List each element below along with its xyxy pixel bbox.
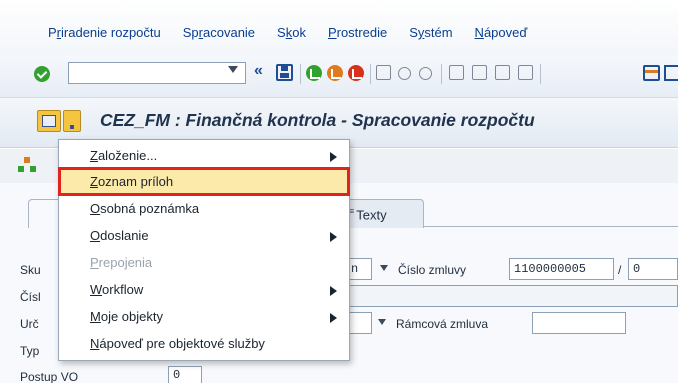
menu-spracovanie[interactable]: Spracovanie — [183, 25, 255, 40]
check-icon[interactable] — [34, 66, 50, 82]
chevron-right-icon — [330, 286, 337, 296]
slash-separator: / — [618, 263, 622, 277]
back-chevron-icon[interactable]: « — [254, 62, 263, 80]
cislo-zmluvy-field[interactable]: 1100000005 — [509, 258, 614, 280]
ramcova-zmluva-field[interactable] — [532, 312, 626, 334]
chevron-right-icon — [330, 313, 337, 323]
label-ramcova-zmluva: Rámcová zmluva — [396, 317, 489, 331]
print-icon[interactable] — [376, 65, 391, 80]
menu-prostredie[interactable]: Prostredie — [328, 25, 387, 40]
separator — [300, 64, 301, 84]
menu-item-osobna-poznamka[interactable]: Osobná poznámka — [59, 197, 349, 223]
first-page-icon[interactable] — [449, 65, 464, 80]
hierarchy-icon[interactable] — [18, 157, 36, 173]
menu-item-moje-objekty[interactable]: Moje objekty — [59, 305, 349, 331]
prev-page-icon[interactable] — [472, 65, 487, 80]
menu-items: Priradenie rozpočtu Spracovanie Skok Pro… — [48, 25, 549, 40]
chevron-down-icon[interactable] — [380, 265, 388, 271]
chevron-right-icon — [330, 232, 337, 242]
label-cislo-zmluvy: Číslo zmluvy — [398, 263, 467, 277]
menu-system[interactable]: Systém — [409, 25, 452, 40]
chevron-down-icon[interactable] — [228, 66, 238, 73]
save-icon[interactable] — [276, 64, 293, 81]
label-cisl: Čísl — [20, 290, 41, 304]
back-nav-icon[interactable] — [306, 65, 322, 81]
layout-icon[interactable] — [664, 65, 678, 81]
cislo-zmluvy-position-field[interactable]: 0 — [628, 258, 678, 280]
menu-item-workflow[interactable]: Workflow — [59, 278, 349, 304]
menu-item-napoveda-objektove-sluzby[interactable]: Nápoveď pre objektové služby — [59, 332, 349, 358]
chevron-right-icon — [330, 152, 337, 162]
separator — [441, 64, 442, 84]
label-postup-vo: Postup VO — [20, 370, 79, 383]
postup-vo-field[interactable]: 0 — [168, 366, 202, 383]
label-urc: Urč — [20, 317, 39, 331]
menu-item-odoslanie[interactable]: Odoslanie — [59, 224, 349, 250]
cancel-nav-icon[interactable] — [348, 65, 364, 81]
menu-priradenie-rozpoctu[interactable]: Priradenie rozpočtu — [48, 25, 161, 40]
layout-icon[interactable] — [643, 65, 660, 81]
page-title: CEZ_FM : Finančná kontrola - Spracovanie… — [100, 110, 535, 130]
separator — [370, 64, 371, 84]
window-icon — [42, 115, 56, 127]
tab-label: Texty — [356, 207, 387, 223]
exit-nav-icon[interactable] — [327, 65, 343, 81]
separator — [540, 64, 541, 84]
chevron-down-icon[interactable] — [378, 319, 386, 325]
services-for-object-icon[interactable] — [63, 110, 81, 132]
command-field[interactable] — [68, 62, 246, 84]
menu-item-prepojenia: Prepojenia — [90, 255, 153, 270]
highlight-box — [58, 167, 350, 196]
cisl-field[interactable] — [346, 285, 678, 307]
label-typ: Typ — [20, 344, 40, 358]
menu-napoveda[interactable]: Nápoveď — [475, 25, 528, 40]
next-page-icon[interactable] — [495, 65, 510, 80]
last-page-icon[interactable] — [518, 65, 533, 80]
menu-skok[interactable]: Skok — [277, 25, 306, 40]
find-next-icon[interactable] — [419, 67, 432, 80]
display-change-icon[interactable] — [37, 110, 61, 132]
label-sku: Sku — [20, 263, 41, 277]
find-icon[interactable] — [398, 67, 411, 80]
